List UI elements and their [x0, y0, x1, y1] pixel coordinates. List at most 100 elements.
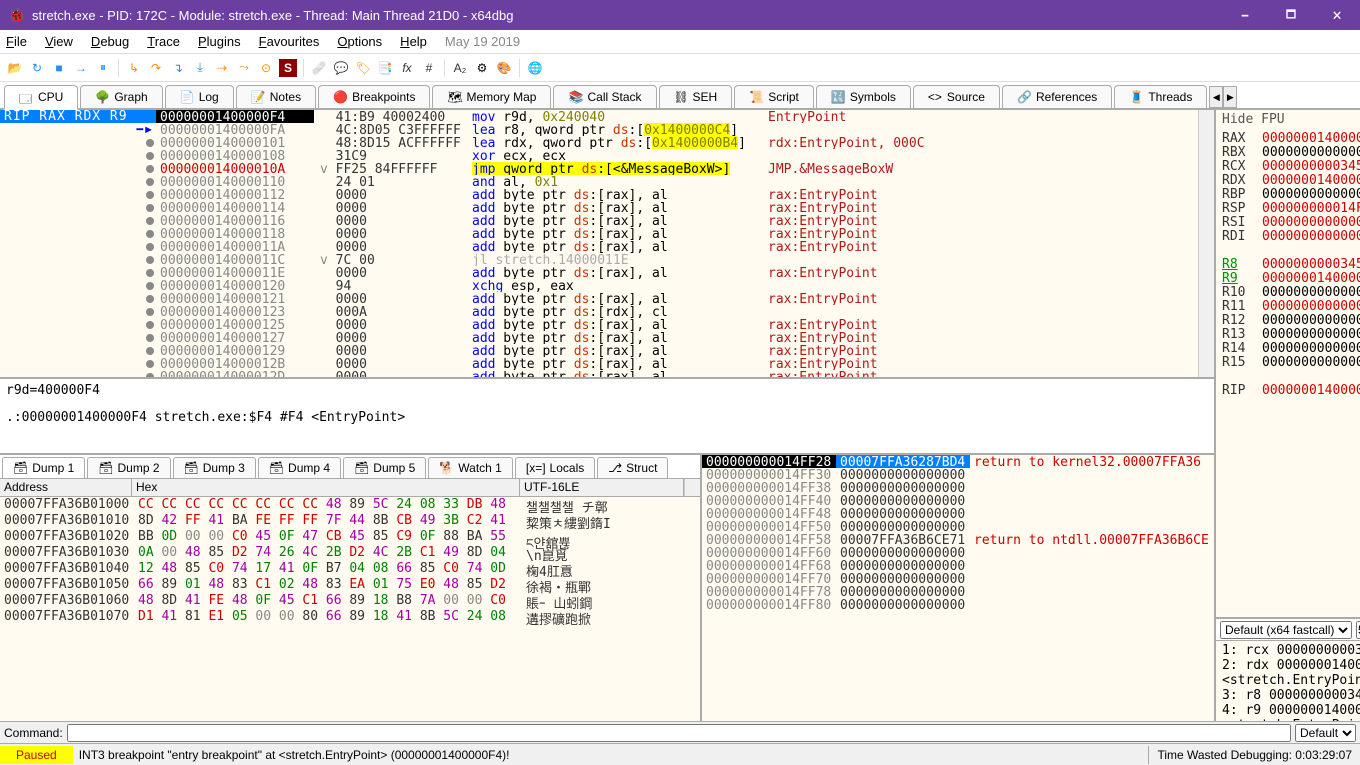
font-button[interactable]: A₂ — [451, 59, 469, 77]
register-row[interactable]: RDX00000001400000F4 — [1222, 173, 1360, 187]
dump-row[interactable]: 00007FFA36B0106048 8D 41 FE 48 0F 45 C1 … — [0, 593, 700, 609]
register-row[interactable]: RBX0000000000000000 — [1222, 145, 1360, 159]
pause-button[interactable]: ⏸ — [94, 59, 112, 77]
functions-button[interactable]: fx — [398, 59, 416, 77]
register-row[interactable] — [1222, 369, 1360, 383]
call-convention-select[interactable]: Default (x64 fastcall) — [1220, 621, 1352, 639]
minimize-button[interactable]: 🗕 — [1222, 0, 1268, 30]
dump-tab-dump-5[interactable]: 🗃Dump 5 — [343, 457, 426, 478]
trace-into-button[interactable]: ⇢ — [213, 59, 231, 77]
menu-view[interactable]: View — [45, 34, 73, 49]
stack-row[interactable]: 000000000014FF300000000000000000 — [702, 468, 1214, 481]
palette-button[interactable]: 🎨 — [495, 59, 513, 77]
tab-symbols[interactable]: 🔣Symbols — [816, 85, 911, 108]
stack-row[interactable]: 000000000014FF600000000000000000 — [702, 546, 1214, 559]
dump-tab-dump-2[interactable]: 🗃Dump 2 — [87, 457, 170, 478]
step-over-button[interactable]: ↷ — [147, 59, 165, 77]
register-row[interactable]: R80000000000345000 — [1222, 257, 1360, 271]
register-row[interactable]: R110000000000000000 — [1222, 299, 1360, 313]
disasm-row[interactable]: 0000000140000127 0000add byte ptr ds:[ra… — [156, 331, 1198, 344]
tab-graph[interactable]: 🌳Graph — [80, 85, 162, 108]
scylla-button[interactable]: S — [279, 59, 297, 77]
run-button[interactable]: → — [72, 59, 90, 77]
tab-threads[interactable]: 🧵Threads — [1114, 85, 1207, 108]
disasm-row[interactable]: 0000000140000129 0000add byte ptr ds:[ra… — [156, 344, 1198, 357]
register-row[interactable]: R150000000000000000 — [1222, 355, 1360, 369]
disasm-row[interactable]: 0000000140000112 0000add byte ptr ds:[ra… — [156, 188, 1198, 201]
locate-button[interactable]: ⊙ — [257, 59, 275, 77]
registers-pane[interactable]: Hide FPU RAX00000001400000F4 RBX00000000… — [1216, 110, 1360, 619]
register-row[interactable]: R120000000000000000 — [1222, 313, 1360, 327]
stop-button[interactable]: ■ — [50, 59, 68, 77]
stack-row[interactable]: 000000000014FF700000000000000000 — [702, 572, 1214, 585]
register-row[interactable]: RIP00000001400000F4 — [1222, 383, 1360, 397]
donate-button[interactable]: 🌐 — [526, 59, 544, 77]
register-row[interactable]: R130000000000000000 — [1222, 327, 1360, 341]
stack-row[interactable]: 000000000014FF480000000000000000 — [702, 507, 1214, 520]
disasm-row[interactable]: 00000001400000F4 41:B9 40002400mov r9d, … — [156, 110, 1198, 123]
disasm-row[interactable]: 0000000140000120 94xchg esp, eax — [156, 279, 1198, 292]
close-button[interactable]: 🗙 — [1314, 0, 1360, 30]
run-to-button[interactable]: ⤓ — [191, 59, 209, 77]
tab-memory-map[interactable]: 🗺Memory Map — [432, 85, 551, 108]
command-mode-select[interactable]: Default — [1295, 724, 1356, 742]
tab-scroll-left[interactable]: ◀ — [1209, 86, 1223, 108]
disasm-row[interactable]: 0000000140000125 0000add byte ptr ds:[ra… — [156, 318, 1198, 331]
disasm-row[interactable]: 0000000140000116 0000add byte ptr ds:[ra… — [156, 214, 1198, 227]
disasm-row[interactable]: 000000014000011E 0000add byte ptr ds:[ra… — [156, 266, 1198, 279]
dump-row[interactable]: 00007FFA36B0105066 89 01 48 83 C1 02 48 … — [0, 577, 700, 593]
dump-tab-struct[interactable]: ⎇Struct — [597, 457, 668, 478]
settings-button[interactable]: ⚙ — [473, 59, 491, 77]
menu-debug[interactable]: Debug — [91, 34, 129, 49]
register-row[interactable] — [1222, 243, 1360, 257]
dump-row[interactable]: 00007FFA36B010300A 00 48 85 D2 74 26 4C … — [0, 545, 700, 561]
stack-row[interactable]: 000000000014FF800000000000000000 — [702, 598, 1214, 611]
restart-button[interactable]: ↻ — [28, 59, 46, 77]
stack-row[interactable]: 000000000014FF500000000000000000 — [702, 520, 1214, 533]
menu-favourites[interactable]: Favourites — [259, 34, 320, 49]
dump-header-hex[interactable]: Hex — [132, 479, 520, 496]
register-row[interactable]: R140000000000000000 — [1222, 341, 1360, 355]
step-out-button[interactable]: ↴ — [169, 59, 187, 77]
disasm-row[interactable]: 000000014000011A 0000add byte ptr ds:[ra… — [156, 240, 1198, 253]
stack-row[interactable]: 000000000014FF400000000000000000 — [702, 494, 1214, 507]
disasm-row[interactable]: 000000014000012B 0000add byte ptr ds:[ra… — [156, 357, 1198, 370]
dump-row[interactable]: 00007FFA36B01020BB 0D 00 00 C0 45 0F 47 … — [0, 529, 700, 545]
tab-cpu[interactable]: 🗔CPU — [4, 85, 78, 110]
disasm-row[interactable]: 0000000140000101 48:8D15 ACFFFFFFlea rdx… — [156, 136, 1198, 149]
menu-help[interactable]: Help — [400, 34, 427, 49]
dump-pane[interactable]: 🗃Dump 1🗃Dump 2🗃Dump 3🗃Dump 4🗃Dump 5🐕Watc… — [0, 455, 702, 722]
dump-row[interactable]: 00007FFA36B010108D 42 FF 41 BA FE FF FF … — [0, 513, 700, 529]
register-row[interactable]: RSP000000000014FF28 — [1222, 201, 1360, 215]
hide-fpu-button[interactable]: Hide FPU — [1222, 112, 1360, 127]
disassembly-view[interactable]: RIP RAX RDX R9 ━► 00000001400000F4 41:B9… — [0, 110, 1214, 379]
stack-row[interactable]: 000000000014FF2800007FFA36287BD4return t… — [702, 455, 1214, 468]
open-button[interactable]: 📂 — [6, 59, 24, 77]
step-into-button[interactable]: ↳ — [125, 59, 143, 77]
dump-tab-dump-4[interactable]: 🗃Dump 4 — [258, 457, 341, 478]
disasm-row[interactable]: 0000000140000110 24 01and al, 0x1 — [156, 175, 1198, 188]
bookmarks-button[interactable]: 📑 — [376, 59, 394, 77]
dump-header-address[interactable]: Address — [0, 479, 132, 496]
title-bar[interactable]: 🐞 stretch.exe - PID: 172C - Module: stre… — [0, 0, 1360, 30]
tab-references[interactable]: 🔗References — [1002, 85, 1112, 108]
dump-tab-watch-1[interactable]: 🐕Watch 1 — [428, 457, 513, 478]
dump-tab-locals[interactable]: [x=]Locals — [515, 457, 595, 478]
register-row[interactable]: RDI0000000000000000 — [1222, 229, 1360, 243]
tab-scroll-right[interactable]: ▶ — [1223, 86, 1237, 108]
menu-plugins[interactable]: Plugins — [198, 34, 241, 49]
labels-button[interactable]: 🏷 — [354, 59, 372, 77]
register-row[interactable]: R100000000000000000 — [1222, 285, 1360, 299]
tab-seh[interactable]: ⛓SEH — [659, 85, 733, 108]
disasm-row[interactable]: 000000014000010Av FF25 84FFFFFFjmp qword… — [156, 162, 1198, 175]
tab-breakpoints[interactable]: 🔴Breakpoints — [318, 85, 430, 108]
command-input[interactable] — [67, 724, 1291, 742]
disasm-row[interactable]: 00000001400000FA 4C:8D05 C3FFFFFFlea r8,… — [156, 123, 1198, 136]
menu-trace[interactable]: Trace — [147, 34, 180, 49]
tab-script[interactable]: 📜Script — [734, 85, 814, 108]
dump-scrollbar[interactable] — [684, 479, 700, 496]
tab-log[interactable]: 📄Log — [165, 85, 234, 108]
register-row[interactable]: R900000001400000F4 — [1222, 271, 1360, 285]
stack-pane[interactable]: 000000000014FF2800007FFA36287BD4return t… — [702, 455, 1214, 722]
disasm-row[interactable]: 0000000140000114 0000add byte ptr ds:[ra… — [156, 201, 1198, 214]
